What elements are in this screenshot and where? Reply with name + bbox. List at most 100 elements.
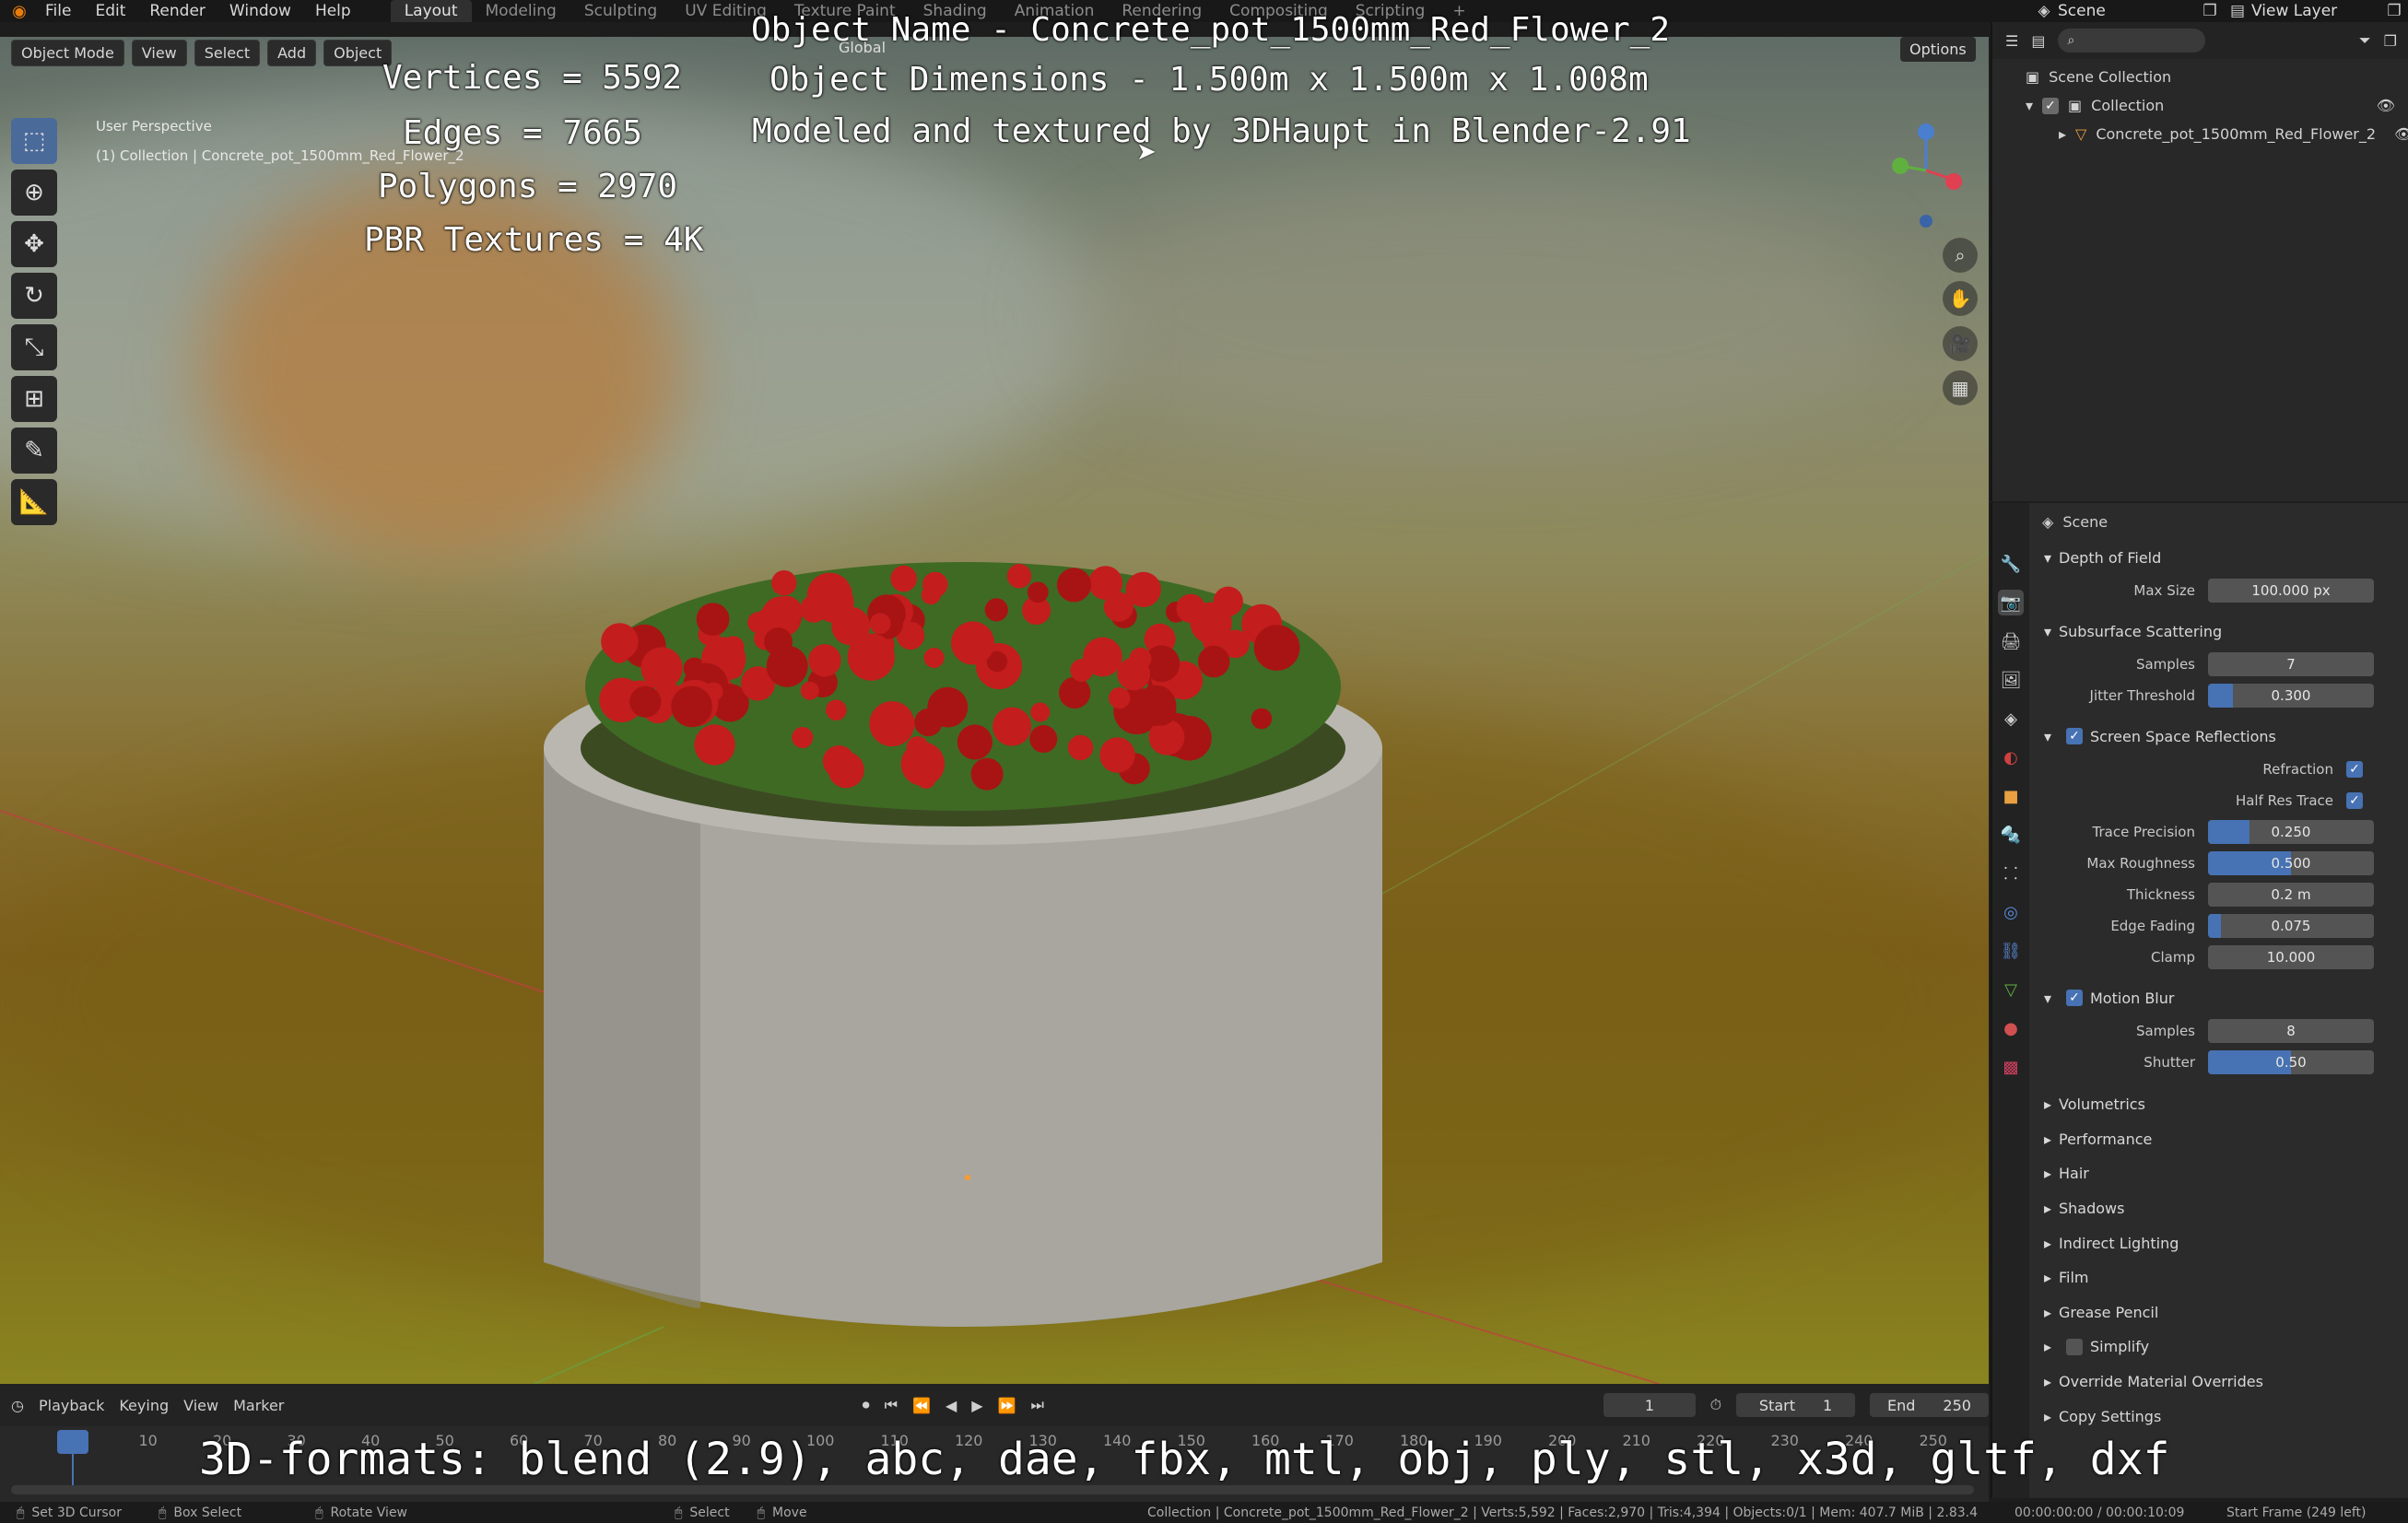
section-grease-pencil[interactable]: ▸ Grease Pencil [2033,1295,2408,1330]
scene-icon[interactable]: ◈ [2030,2,2058,20]
menu-help[interactable]: Help [303,2,363,20]
sss-samples-field[interactable]: 7 [2208,652,2374,676]
refraction-checkbox[interactable]: ✓ [2346,761,2363,778]
transform-tool-icon[interactable]: ⊞ [11,376,57,422]
zoom-icon[interactable]: ⌕ [1943,238,1978,273]
menu-file[interactable]: File [33,2,83,20]
section-shadows[interactable]: ▸ Shadows [2033,1191,2408,1226]
data-tab-icon[interactable]: ▽ [1998,977,2024,1002]
ssr-enable-checkbox[interactable]: ✓ [2066,728,2083,744]
outliner-item-scene-collection[interactable]: ▣ Scene Collection [1992,63,2408,91]
annotate-tool-icon[interactable]: ✎ [11,428,57,474]
tab-layout[interactable]: Layout [390,0,472,22]
constraints-tab-icon[interactable]: ⛓ [1998,938,2024,964]
navigation-gizmo[interactable] [1880,115,1968,235]
texture-tab-icon[interactable]: ▩ [1998,1054,2024,1080]
section-motion-blur[interactable]: ▾ ✓ Motion Blur [2033,980,2408,1015]
ortho-grid-icon[interactable]: ▦ [1943,370,1978,405]
section-film[interactable]: ▸ Film [2033,1260,2408,1295]
material-tab-icon[interactable]: ● [1998,1015,2024,1041]
section-screen-space-reflections[interactable]: ▾ ✓ Screen Space Reflections [2033,719,2408,754]
menu-edit[interactable]: Edit [83,2,137,20]
display-mode-icon[interactable]: ▤ [2031,32,2045,50]
scale-tool-icon[interactable]: ⤡ [11,324,57,370]
object-mode-dropdown[interactable]: Object Mode [11,39,124,66]
filter-icon[interactable]: ⏷ [2359,31,2371,50]
output-tab-icon[interactable]: 🖨 [1998,628,2024,654]
outliner-search-field[interactable]: ⌕ [2058,29,2206,53]
section-depth-of-field[interactable]: ▾ Depth of Field [2033,540,2408,575]
select-box-tool-icon[interactable]: ⬚ [11,118,57,164]
start-frame-field[interactable]: Start 1 [1736,1393,1856,1417]
half-res-trace-checkbox[interactable]: ✓ [2346,792,2363,809]
clamp-field[interactable]: 10.000 [2208,945,2374,969]
section-indirect-lighting[interactable]: ▸ Indirect Lighting [2033,1225,2408,1260]
view-menu[interactable]: View [131,39,187,66]
expand-arrow-icon[interactable]: ▾ [2026,97,2033,114]
thickness-field[interactable]: 0.2 m [2208,883,2374,907]
next-keyframe-icon[interactable]: ⏩ [998,1397,1016,1414]
record-icon[interactable]: ⏺ [863,1396,870,1414]
add-menu[interactable]: Add [267,39,317,66]
timeline-scrollbar[interactable] [11,1485,1974,1494]
scene-tab-icon[interactable]: ◈ [1998,706,2024,732]
object-tab-icon[interactable]: ■ [1998,783,2024,809]
max-size-field[interactable]: 100.000 px [2208,579,2374,603]
view-layer-icon[interactable]: ▤ [2224,2,2251,20]
options-dropdown[interactable]: Options [1900,37,1976,62]
copy-scene-icon[interactable]: ❐ [2196,2,2224,20]
edge-fading-slider[interactable]: 0.075 [2208,914,2374,938]
3d-viewport[interactable] [0,37,1989,1384]
section-volumetrics[interactable]: ▸ Volumetrics [2033,1087,2408,1122]
outliner-item-object[interactable]: ▸ ▽ Concrete_pot_1500mm_Red_Flower_2 👁 [1992,120,2408,148]
section-copy-settings[interactable]: ▸ Copy Settings [2033,1399,2408,1434]
menu-window[interactable]: Window [217,2,303,20]
particles-tab-icon[interactable]: ⸬ [1998,861,2024,886]
physics-tab-icon[interactable]: ◎ [1998,899,2024,925]
editor-type-icon[interactable]: ☰ [2005,32,2018,50]
section-material-overrides[interactable]: ▸ Override Material Overrides [2033,1365,2408,1400]
tab-modeling[interactable]: Modeling [472,0,570,22]
preview-range-icon[interactable]: ⏱ [1710,1396,1721,1414]
jump-end-icon[interactable]: ⏭ [1031,1396,1044,1414]
view-layer-name[interactable]: View Layer [2251,2,2380,20]
section-performance[interactable]: ▸ Performance [2033,1122,2408,1157]
select-menu[interactable]: Select [194,39,261,66]
world-tab-icon[interactable]: ◐ [1998,744,2024,770]
jump-start-icon[interactable]: ⏮ [885,1396,898,1414]
playback-menu[interactable]: Playback [39,1397,104,1414]
shutter-slider[interactable]: 0.50 [2208,1050,2374,1074]
marker-menu[interactable]: Marker [233,1397,284,1414]
blender-logo-icon[interactable]: ◉ [6,2,33,21]
copy-view-layer-icon[interactable]: ❐ [2380,2,2408,20]
pan-hand-icon[interactable]: ✋ [1943,281,1978,316]
motion-blur-checkbox[interactable]: ✓ [2066,990,2083,1006]
timeline-view-menu[interactable]: View [183,1397,218,1414]
tab-sculpting[interactable]: Sculpting [570,0,671,22]
visibility-eye-icon[interactable]: 👁 [2377,97,2408,114]
move-tool-icon[interactable]: ✥ [11,221,57,267]
playhead[interactable] [57,1430,88,1454]
collection-exclude-checkbox[interactable]: ✓ [2042,97,2060,114]
timeline-editor-icon[interactable]: ◷ [11,1397,24,1414]
max-roughness-slider[interactable]: 0.500 [2208,851,2374,875]
section-subsurface-scattering[interactable]: ▾ Subsurface Scattering [2033,614,2408,649]
play-reverse-icon[interactable]: ◀ [946,1397,957,1414]
render-tab-icon[interactable]: 📷 [1998,590,2024,615]
menu-render[interactable]: Render [137,2,217,20]
trace-precision-slider[interactable]: 0.250 [2208,820,2374,844]
tool-tab-icon[interactable]: 🔧 [1998,551,2024,577]
cursor-tool-icon[interactable]: ⊕ [11,170,57,216]
new-collection-icon[interactable]: ❐ [2384,32,2408,50]
simplify-checkbox[interactable] [2066,1338,2083,1355]
visibility-eye-icon[interactable]: 👁 [2394,125,2408,143]
camera-view-icon[interactable]: 🎥 [1943,326,1978,361]
current-frame-field[interactable]: 1 [1603,1393,1696,1417]
outliner-item-collection[interactable]: ▾ ✓ ▣ Collection 👁 [1992,91,2408,120]
jitter-threshold-slider[interactable]: 0.300 [2208,684,2374,708]
modifier-tab-icon[interactable]: 🔩 [1998,822,2024,848]
section-hair[interactable]: ▸ Hair [2033,1156,2408,1191]
end-frame-field[interactable]: End 250 [1870,1393,1989,1417]
keying-menu[interactable]: Keying [119,1397,169,1414]
view-layer-tab-icon[interactable]: 🖼 [1998,667,2024,693]
